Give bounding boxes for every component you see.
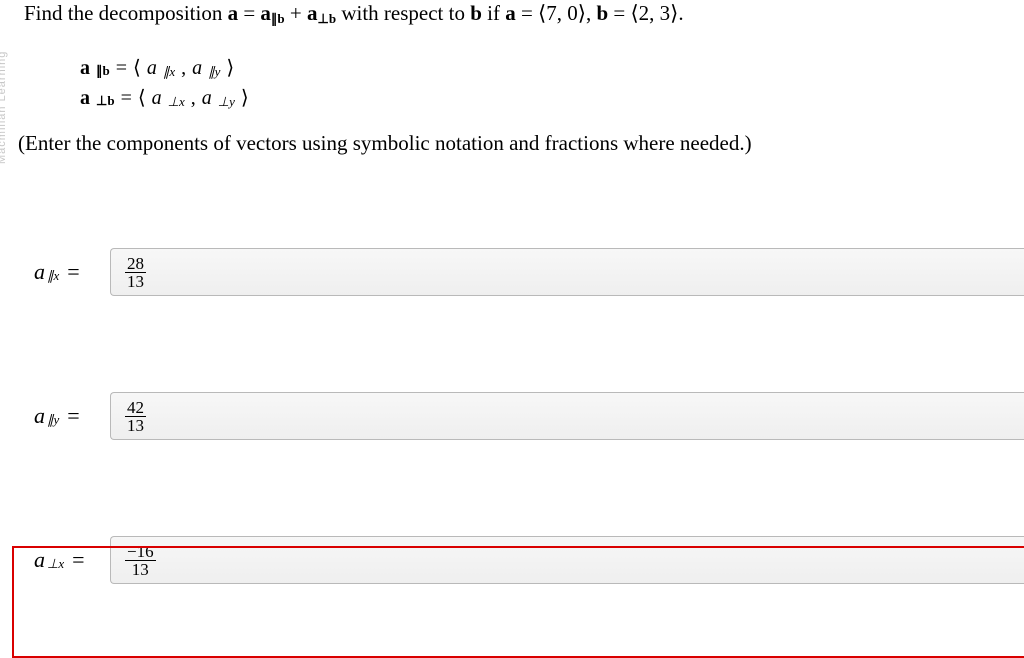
answer-label: a∥y = (24, 403, 110, 429)
denominator: 13 (130, 561, 151, 578)
vec-a: a (228, 1, 239, 25)
sub: ⊥x (47, 556, 64, 572)
sub-par: ∥b (271, 11, 285, 26)
def-row-parallel: a∥b = ⟨a∥x, a∥y⟩ (80, 53, 1024, 83)
c2sub: ∥y (208, 57, 220, 87)
answer-fraction: 28 13 (125, 255, 146, 290)
comma: , (181, 53, 186, 83)
answers-section: a∥x = 28 13 a∥y = 42 13 (24, 248, 1024, 584)
watermark-text: Macmillan Learning (0, 51, 8, 164)
text: = (238, 1, 260, 25)
answer-fraction: 42 13 (125, 399, 146, 434)
eq: = (121, 83, 132, 113)
numerator: 42 (125, 399, 146, 417)
answer-label: a⊥x = (24, 547, 110, 573)
answer-input[interactable]: −16 13 (110, 536, 1024, 584)
c1a: a (147, 53, 157, 83)
c1sub: ∥x (163, 57, 175, 87)
open: ⟨ (133, 53, 141, 83)
comma: , (191, 83, 196, 113)
lhs-a: a (80, 53, 90, 83)
close: ⟩ (241, 83, 249, 113)
lhs-a: a (80, 83, 90, 113)
var: a (34, 259, 45, 285)
vec-b2: b (596, 1, 608, 25)
answer-input[interactable]: 28 13 (110, 248, 1024, 296)
problem-content: Find the decomposition a = a∥b + a⊥b wit… (0, 0, 1024, 584)
c2a: a (192, 53, 202, 83)
answer-row-perp-x: a⊥x = −16 13 (24, 536, 1024, 584)
answer-fraction: −16 13 (125, 543, 156, 578)
problem-statement: Find the decomposition a = a∥b + a⊥b wit… (24, 0, 1024, 29)
lhs-sub: ∥b (96, 56, 110, 86)
close: ⟩ (226, 53, 234, 83)
c1a: a (152, 83, 162, 113)
text: Find the decomposition (24, 1, 228, 25)
lhs-sub: ⊥b (96, 86, 115, 116)
sub: ∥x (47, 268, 59, 284)
var: a (34, 547, 45, 573)
vec-aperp: a (307, 1, 318, 25)
vector-definitions: a∥b = ⟨a∥x, a∥y⟩ a⊥b = ⟨a⊥x, a⊥y⟩ (80, 53, 1024, 113)
vec-apar: a (260, 1, 271, 25)
c1sub: ⊥x (168, 87, 185, 117)
eq: = (72, 547, 84, 573)
instruction-text: (Enter the components of vectors using s… (18, 131, 1024, 156)
c2sub: ⊥y (218, 87, 235, 117)
eq: = (67, 403, 79, 429)
numerator: 28 (125, 255, 146, 273)
sub: ∥y (47, 412, 59, 428)
text: + (285, 1, 307, 25)
c2a: a (202, 83, 212, 113)
text: with respect to (336, 1, 470, 25)
eq: = (67, 259, 79, 285)
vec-a2: a (505, 1, 516, 25)
var: a (34, 403, 45, 429)
answer-input[interactable]: 42 13 (110, 392, 1024, 440)
vec-b: b (470, 1, 482, 25)
text: if (482, 1, 505, 25)
denominator: 13 (125, 417, 146, 434)
sub-perp: ⊥b (318, 11, 337, 26)
answer-label: a∥x = (24, 259, 110, 285)
answer-row-parallel-x: a∥x = 28 13 (24, 248, 1024, 296)
text: = ⟨2, 3⟩. (608, 1, 683, 25)
eq: = (116, 53, 127, 83)
text: = ⟨7, 0⟩, (516, 1, 597, 25)
open: ⟨ (138, 83, 146, 113)
denominator: 13 (125, 273, 146, 290)
numerator: −16 (125, 543, 156, 561)
answer-row-parallel-y: a∥y = 42 13 (24, 392, 1024, 440)
def-row-perp: a⊥b = ⟨a⊥x, a⊥y⟩ (80, 83, 1024, 113)
